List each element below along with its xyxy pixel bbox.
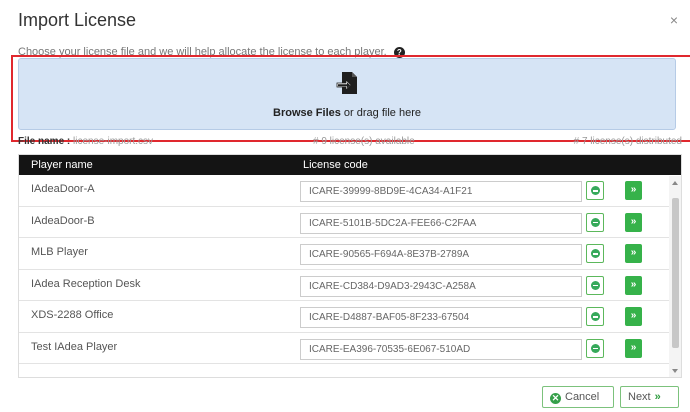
next-button[interactable]: Next» <box>620 386 679 408</box>
table-row: XDS-2288 Office ICARE-D4887-BAF05-8F233-6… <box>19 301 681 333</box>
remove-license-button[interactable] <box>586 338 604 358</box>
dropzone-text: Browse Files or drag file here <box>19 107 675 119</box>
remove-license-button[interactable] <box>586 212 604 232</box>
remove-license-button[interactable] <box>586 244 604 263</box>
chevron-right-icon: » <box>654 391 661 403</box>
expand-row-button[interactable]: » <box>625 181 642 200</box>
column-header-player: Player name <box>31 159 93 171</box>
player-name: MLB Player <box>31 246 88 258</box>
table-row: Test IAdea Player ICARE-EA396-70535-6E067… <box>19 332 681 364</box>
expand-row-button[interactable]: » <box>625 244 642 263</box>
table-header: Player name License code <box>19 155 681 175</box>
expand-row-button[interactable]: » <box>625 275 642 295</box>
scroll-up-icon[interactable] <box>672 181 678 185</box>
drag-hint: or drag file here <box>340 107 421 119</box>
table-row: IAdeaDoor-A ICARE-39999-8BD9E-4CA34-A1F21… <box>19 175 681 207</box>
player-name: IAdeaDoor-A <box>31 183 95 195</box>
import-license-dialog: Import License × Choose your license fil… <box>0 0 690 412</box>
player-name: IAdeaDoor-B <box>31 214 95 227</box>
file-info-bar: File name : license-import.csv # 9 licen… <box>18 136 682 150</box>
player-name: XDS-2288 Office <box>31 309 114 321</box>
table-row: IAdea Reception Desk ICARE-CD384-D9AD3-29… <box>19 269 681 301</box>
license-code-field[interactable]: ICARE-90565-F694A-8E37B-2789A <box>300 244 582 265</box>
cancel-label: Cancel <box>565 391 600 403</box>
file-dropzone[interactable]: Browse Files or drag file here <box>18 58 676 130</box>
player-name: IAdea Reception Desk <box>31 277 141 290</box>
table-row: MLB Player ICARE-90565-F694A-8E37B-2789A » <box>19 238 681 270</box>
next-label: Next <box>628 391 651 403</box>
remove-license-button[interactable] <box>586 275 604 295</box>
scroll-down-icon[interactable] <box>672 369 678 373</box>
column-header-code: License code <box>303 159 368 171</box>
help-icon[interactable]: ? <box>393 46 405 58</box>
license-code-field[interactable]: ICARE-EA396-70535-6E067-510AD <box>300 338 582 360</box>
instructions-text: Choose your license file and we will hel… <box>18 46 405 58</box>
license-code-field[interactable]: ICARE-CD384-D9AD3-2943C-A258A <box>300 275 582 297</box>
expand-row-button[interactable]: » <box>625 212 642 232</box>
browse-files-link[interactable]: Browse Files <box>273 107 341 119</box>
remove-license-button[interactable] <box>586 181 604 200</box>
expand-row-button[interactable]: » <box>625 307 642 326</box>
remove-license-button[interactable] <box>586 307 604 326</box>
instructions-label: Choose your license file and we will hel… <box>18 46 387 58</box>
license-code-field[interactable]: ICARE-5101B-5DC2A-FEE66-C2FAA <box>300 212 582 234</box>
dialog-title: Import License <box>18 10 137 30</box>
license-table: Player name License code IAdeaDoor-A ICAR… <box>18 154 682 378</box>
cancel-icon: ✕ <box>550 393 561 404</box>
licenses-distributed: # 7 license(s) distributed <box>573 136 682 147</box>
scroll-thumb[interactable] <box>672 198 679 348</box>
player-name: Test IAdea Player <box>31 340 118 353</box>
license-code-field[interactable]: ICARE-D4887-BAF05-8F233-67504 <box>300 307 582 328</box>
licenses-available: # 9 license(s) available <box>313 136 415 147</box>
file-import-icon <box>336 72 357 94</box>
table-body: IAdeaDoor-A ICARE-39999-8BD9E-4CA34-A1F21… <box>19 175 681 364</box>
table-scrollbar[interactable] <box>669 176 681 377</box>
cancel-button[interactable]: ✕ Cancel <box>542 386 614 408</box>
close-icon[interactable]: × <box>670 12 678 28</box>
table-row: IAdeaDoor-B ICARE-5101B-5DC2A-FEE66-C2FAA… <box>19 206 681 238</box>
file-name: File name : license-import.csv <box>18 136 153 147</box>
expand-row-button[interactable]: » <box>625 338 642 358</box>
file-name-value: license-import.csv <box>70 136 154 147</box>
file-name-label: File name : <box>18 136 71 147</box>
license-code-field[interactable]: ICARE-39999-8BD9E-4CA34-A1F21 <box>300 181 582 202</box>
